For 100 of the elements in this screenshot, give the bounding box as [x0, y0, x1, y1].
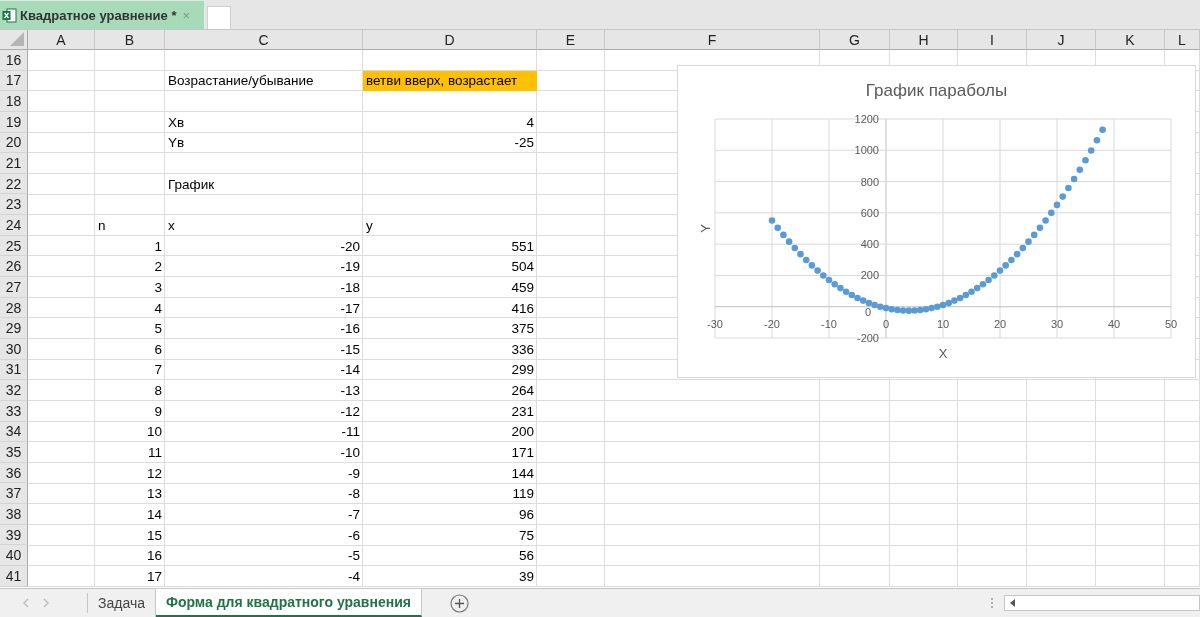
- row-number[interactable]: 19: [0, 111, 28, 133]
- table-cell-text: Yв: [167, 134, 186, 153]
- sheet-tab[interactable]: Задача: [88, 589, 156, 617]
- column-header[interactable]: K: [1096, 30, 1165, 50]
- row-number[interactable]: 25: [0, 235, 28, 257]
- table-cell-text: 16: [145, 547, 163, 566]
- row-number[interactable]: 38: [0, 504, 28, 525]
- row-number[interactable]: 24: [0, 215, 28, 236]
- y-tick-label: 1200: [854, 113, 879, 125]
- table-cell-text: -25: [513, 134, 535, 153]
- row-number[interactable]: 28: [0, 297, 28, 319]
- document-tab[interactable]: Квадратное уравнение * ×: [0, 1, 204, 29]
- new-tab-button[interactable]: [207, 6, 231, 29]
- row-number[interactable]: 36: [0, 462, 28, 484]
- table-cell-text: 416: [510, 299, 535, 318]
- data-point: [1093, 136, 1101, 144]
- table-cell-text: 171: [510, 444, 535, 462]
- splitter-handle-icon[interactable]: [990, 597, 994, 609]
- column-header[interactable]: L: [1165, 30, 1200, 50]
- table-cell-text: y: [365, 216, 374, 235]
- table-cell-text: 9: [153, 402, 163, 421]
- x-tick-label: 10: [936, 317, 950, 330]
- table-cell-text: -19: [339, 258, 361, 277]
- table-cell-text: 551: [510, 237, 535, 256]
- row-number[interactable]: 31: [0, 359, 28, 381]
- column-header[interactable]: C: [165, 30, 363, 50]
- table-cell-text: -14: [339, 361, 361, 380]
- column-header[interactable]: I: [958, 30, 1027, 50]
- column-header[interactable]: E: [537, 30, 605, 50]
- column-header[interactable]: F: [605, 30, 820, 50]
- table-cell-text: Возрастание/убывание: [167, 72, 315, 91]
- row-number[interactable]: 30: [0, 338, 28, 360]
- row-number[interactable]: 41: [0, 566, 28, 587]
- next-sheet-icon[interactable]: [42, 598, 50, 608]
- x-tick-label: -10: [821, 317, 837, 330]
- data-point: [1082, 157, 1089, 164]
- table-cell-text: -5: [347, 547, 361, 566]
- row-number[interactable]: 27: [0, 277, 28, 298]
- row-number[interactable]: 39: [0, 524, 28, 546]
- column-header[interactable]: A: [28, 30, 95, 50]
- row-number[interactable]: 37: [0, 483, 28, 505]
- row-number[interactable]: 21: [0, 153, 28, 174]
- column-header[interactable]: G: [820, 30, 890, 50]
- row-number[interactable]: 16: [0, 50, 28, 71]
- row-number[interactable]: 34: [0, 421, 28, 443]
- table-cell-text: 7: [153, 361, 163, 380]
- column-header[interactable]: B: [95, 30, 165, 50]
- sheet-tab[interactable]: Форма для квадратного уравнения: [156, 589, 422, 617]
- document-title: Квадратное уравнение *: [20, 7, 177, 23]
- row-number[interactable]: 23: [0, 194, 28, 216]
- row-number[interactable]: 32: [0, 380, 28, 401]
- table-cell-text: -7: [347, 505, 361, 524]
- row-number[interactable]: 40: [0, 545, 28, 566]
- x-axis-label: X: [938, 346, 948, 361]
- table-cell-text: -18: [339, 278, 361, 297]
- row-number[interactable]: 33: [0, 400, 28, 422]
- column-header[interactable]: H: [890, 30, 958, 50]
- column-header[interactable]: J: [1027, 30, 1096, 50]
- table-cell-text: 200: [510, 423, 535, 442]
- x-tick-label: 0: [882, 317, 890, 330]
- row-number[interactable]: 35: [0, 442, 28, 463]
- row-number[interactable]: 18: [0, 91, 28, 112]
- table-cell-text: -13: [339, 382, 361, 401]
- table-cell-text: 299: [510, 361, 535, 380]
- x-tick-label: -20: [764, 317, 780, 330]
- table-cell-text: -15: [339, 340, 361, 359]
- table-cell-text: -4: [347, 567, 361, 586]
- table-cell-text: 8: [153, 382, 163, 401]
- y-tick-label: -200: [856, 332, 879, 344]
- row-number[interactable]: 20: [0, 132, 28, 154]
- previous-sheet-icon[interactable]: [22, 598, 30, 608]
- table-cell-text: 504: [510, 258, 535, 277]
- horizontal-scrollbar[interactable]: [1004, 595, 1200, 611]
- spreadsheet-icon: [2, 7, 17, 23]
- table-cell-text: 12: [145, 464, 163, 483]
- table-cell-text: 1: [153, 237, 163, 256]
- table-cell-text: 144: [510, 464, 535, 483]
- y-axis-label: Y: [698, 224, 713, 233]
- table-cell-text: -9: [347, 464, 361, 483]
- x-tick-label: 50: [1164, 317, 1178, 330]
- select-all-corner[interactable]: [0, 30, 28, 50]
- row-number[interactable]: 26: [0, 256, 28, 278]
- table-cell-text: 96: [517, 505, 535, 524]
- column-header[interactable]: D: [363, 30, 537, 50]
- table-cell-text: 264: [510, 382, 535, 401]
- x-tick-label: 40: [1107, 317, 1121, 330]
- row-number[interactable]: 17: [0, 70, 28, 92]
- table-cell-text: 2: [153, 258, 163, 277]
- y-tick-label: 400: [860, 238, 879, 251]
- scroll-left-icon[interactable]: [1010, 599, 1016, 607]
- table-cell-text: -8: [347, 485, 361, 504]
- row-number[interactable]: 22: [0, 173, 28, 195]
- table-cell-text: 231: [510, 402, 535, 421]
- table-cell-text: 14: [145, 505, 163, 524]
- table-cell-text: n: [97, 216, 107, 235]
- add-sheet-icon[interactable]: [449, 593, 469, 613]
- table-cell-text: 56: [517, 547, 535, 566]
- table-cell-text: 3: [153, 278, 163, 297]
- table-cell-text: Хв: [167, 113, 186, 132]
- row-number[interactable]: 29: [0, 318, 28, 339]
